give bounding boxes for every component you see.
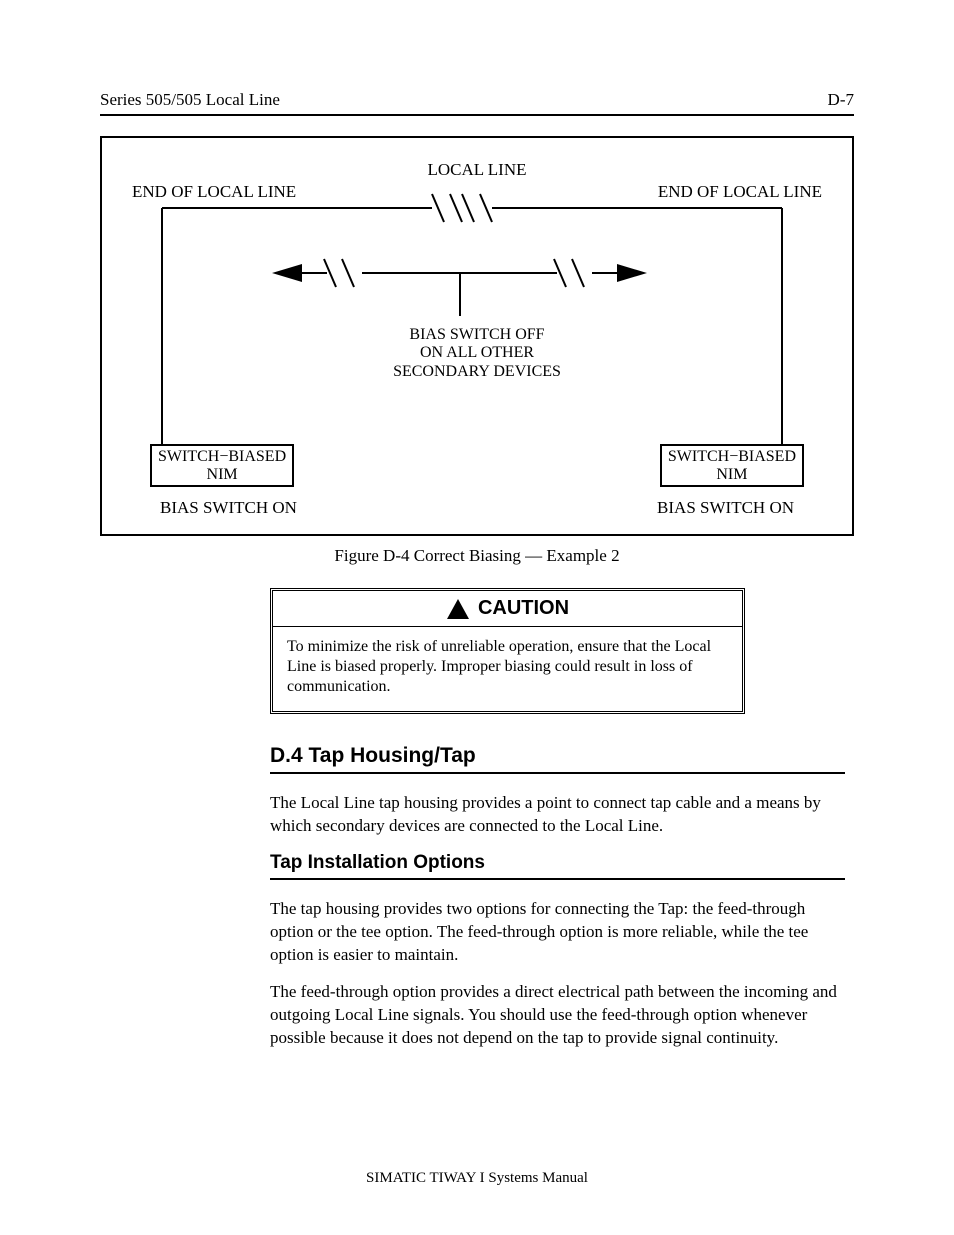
header-section: Series 505/505 Local Line xyxy=(100,90,280,110)
section-d4-rule xyxy=(270,772,845,774)
figure-box: LOCAL LINE END OF LOCAL LINE END OF LOCA… xyxy=(100,136,854,536)
figure-nim-left-line2: NIM xyxy=(158,466,286,484)
header-rule xyxy=(100,114,854,116)
caution-body: To minimize the risk of unreliable opera… xyxy=(273,627,742,711)
figure-bias-on-left-label: BIAS SWITCH ON xyxy=(160,498,297,518)
caution-box: CAUTION To minimize the risk of unreliab… xyxy=(270,588,745,714)
subsection-tap-title: Tap Installation Options xyxy=(270,852,854,876)
figure-nim-right-box: SWITCH−BIASED NIM xyxy=(660,444,804,487)
section-d4-title: D.4 Tap Housing/Tap xyxy=(270,744,854,770)
figure-nim-right-line1: SWITCH−BIASED xyxy=(668,448,796,466)
subsection-tap-para2: The feed-through option provides a direc… xyxy=(270,981,845,1050)
subsection-tap-para1: The tap housing provides two options for… xyxy=(270,898,845,967)
caution-title: CAUTION xyxy=(478,597,569,620)
figure-bias-on-right-label: BIAS SWITCH ON xyxy=(657,498,794,518)
figure-nim-left-box: SWITCH−BIASED NIM xyxy=(150,444,294,487)
figure-bias-off-label: BIAS SWITCH OFF ON ALL OTHER SECONDARY D… xyxy=(102,326,852,381)
footer-text: SIMATIC TIWAY I Systems Manual xyxy=(0,1170,954,1187)
caution-header: CAUTION xyxy=(273,591,742,627)
warning-triangle-icon xyxy=(446,598,470,620)
figure-caption: Figure D-4 Correct Biasing — Example 2 xyxy=(100,546,854,566)
figure-bias-off-line3: SECONDARY DEVICES xyxy=(102,363,852,381)
header-page: D-7 xyxy=(828,90,854,110)
section-d4-para: The Local Line tap housing provides a po… xyxy=(270,792,845,838)
figure-nim-left-line1: SWITCH−BIASED xyxy=(158,448,286,466)
subsection-tap-rule xyxy=(270,878,845,880)
figure-bias-off-line2: ON ALL OTHER xyxy=(102,344,852,362)
figure-nim-right-line2: NIM xyxy=(668,466,796,484)
figure-bias-off-line1: BIAS SWITCH OFF xyxy=(102,326,852,344)
